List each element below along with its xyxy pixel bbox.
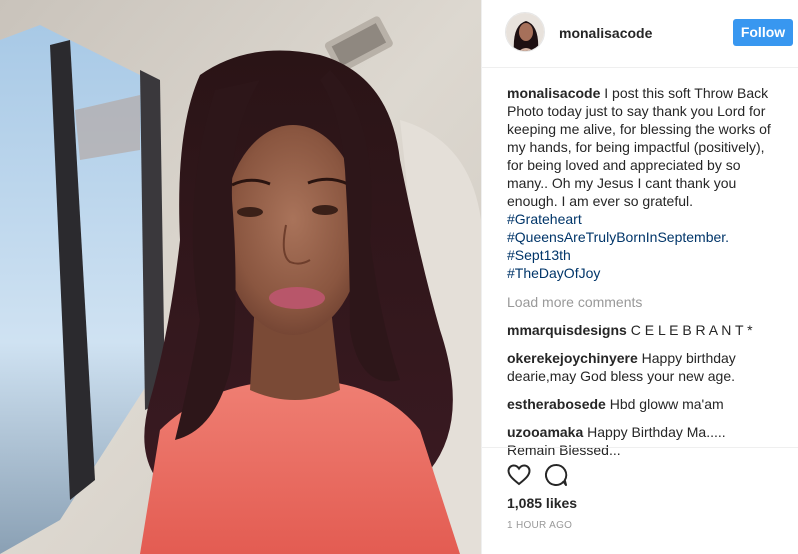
comment-item: okerekejoychinyere Happy birthday dearie… [507,349,772,385]
like-count[interactable]: 1,085 likes [507,495,577,511]
post-header: monalisacode Follow [482,0,798,68]
caption-username[interactable]: monalisacode [507,85,600,101]
action-bar [482,447,798,486]
comment-username[interactable]: estherabosede [507,396,606,412]
load-more-comments-link[interactable]: Load more comments [507,293,772,311]
follow-button[interactable]: Follow [733,19,793,46]
post-timestamp[interactable]: 1 HOUR AGO [507,520,572,531]
instagram-post: monalisacode Follow monalisacode I post … [0,0,798,554]
post-author-username[interactable]: monalisacode [559,25,652,41]
comment-username[interactable]: okerekejoychinyere [507,350,638,366]
comment-text: Hbd gloww ma'am [609,396,724,412]
comment-text: C E L E B R A N T * [630,322,753,338]
comment-item: mmarquisdesigns C E L E B R A N T * [507,321,772,339]
comment-bubble-icon[interactable] [543,462,569,488]
caption-text: I post this soft Throw Back Photo today … [507,85,771,209]
hashtag-link[interactable]: #Sept13th [507,246,772,264]
hashtag-link[interactable]: #Grateheart [507,210,772,228]
comment-username[interactable]: mmarquisdesigns [507,322,627,338]
comments-section: monalisacode I post this soft Throw Back… [507,84,772,459]
heart-icon[interactable] [506,462,532,488]
hashtag-link[interactable]: #QueensAreTrulyBornInSeptember. [507,228,772,246]
comment-item: estherabosede Hbd gloww ma'am [507,395,772,413]
caption: monalisacode I post this soft Throw Back… [507,84,772,282]
post-details-panel: monalisacode Follow monalisacode I post … [481,0,798,554]
comment-username[interactable]: uzooamaka [507,424,583,440]
post-photo[interactable] [0,0,481,554]
hashtag-link[interactable]: #TheDayOfJoy [507,264,772,282]
comment-item: uzooamaka Happy Birthday Ma..... Remain … [507,423,772,459]
selfie-image [0,0,481,554]
avatar[interactable] [505,12,545,52]
